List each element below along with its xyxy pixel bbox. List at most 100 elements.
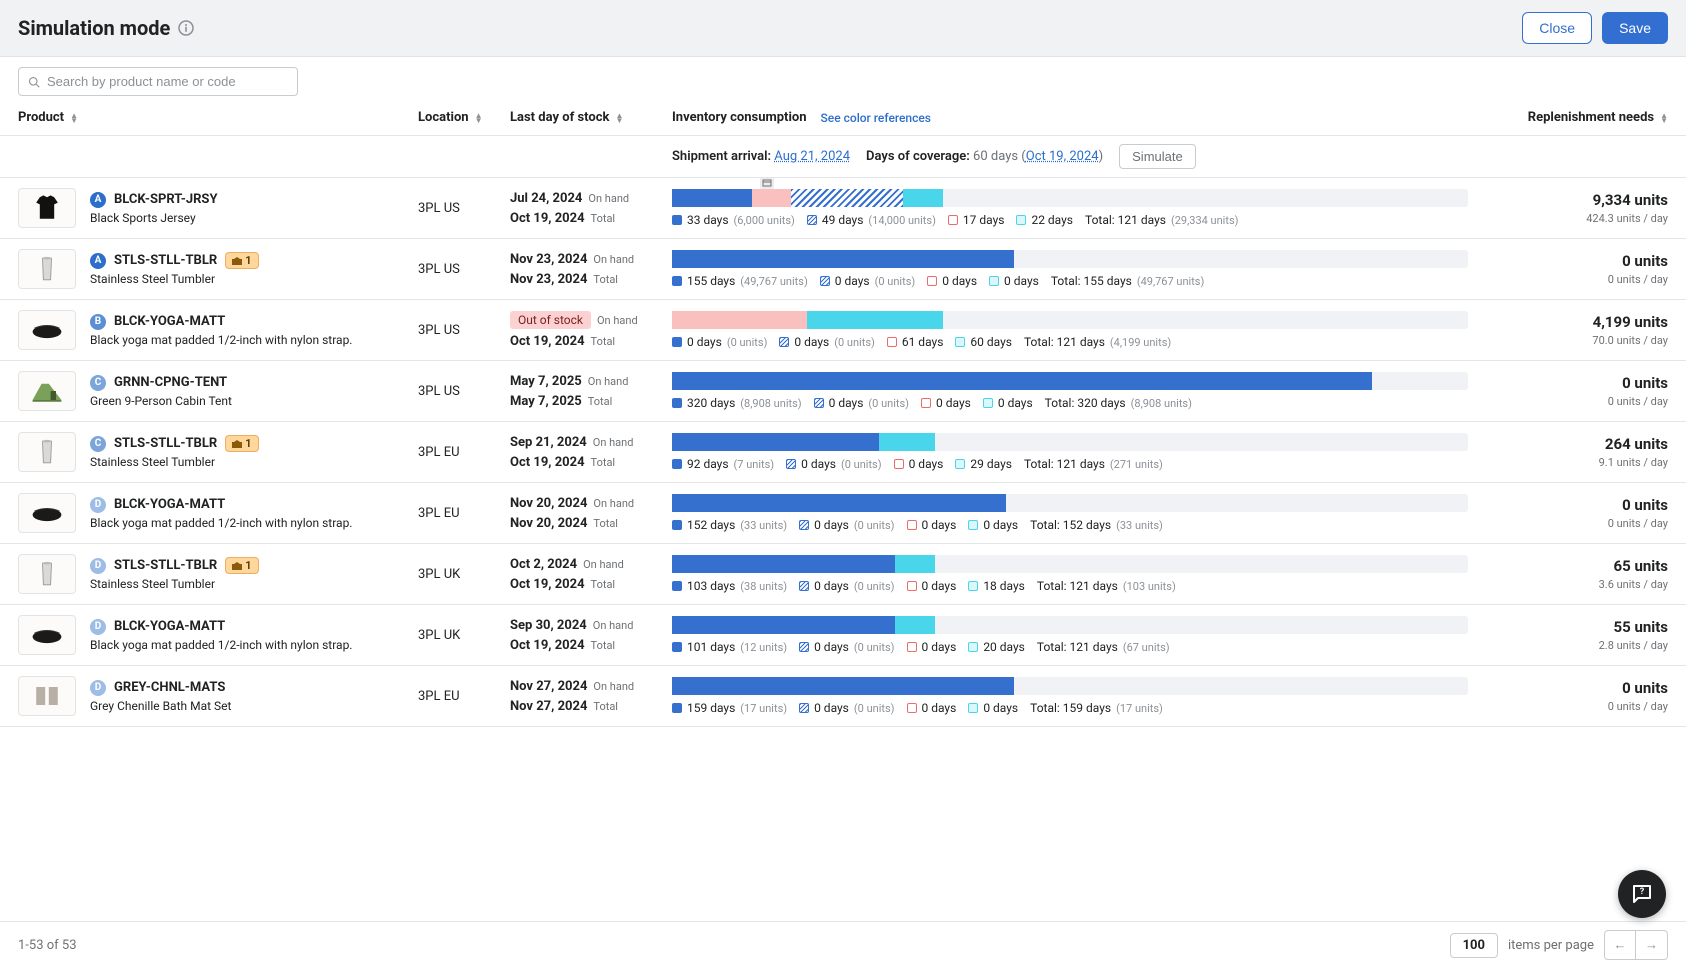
legend-item: 320 days(8,908 units) (672, 396, 802, 410)
legend-item: 152 days(33 units) (672, 518, 787, 532)
next-page-button[interactable]: → (1636, 930, 1668, 960)
simulation-bar: Shipment arrival: Aug 21, 2024 Days of c… (0, 136, 1686, 178)
product-thumb (18, 615, 76, 655)
legend-item: 49 days(14,000 units) (807, 213, 936, 227)
grade-badge: B (90, 314, 106, 330)
legend-item: 0 days (894, 457, 944, 471)
search-wrap (18, 67, 298, 96)
close-button[interactable]: Close (1522, 12, 1592, 44)
table-row[interactable]: A STLS-STLL-TBLR 1 Stainless Steel Tumbl… (0, 239, 1686, 300)
grade-badge: D (90, 680, 106, 696)
table-row[interactable]: D GREY-CHNL-MATS Grey Chenille Bath Mat … (0, 666, 1686, 727)
col-replenish[interactable]: Replenishment needs▲▼ (1468, 110, 1668, 125)
product-cell: A STLS-STLL-TBLR 1 Stainless Steel Tumbl… (18, 249, 418, 289)
product-sku: GREY-CHNL-MATS (114, 680, 225, 695)
product-cell: D GREY-CHNL-MATS Grey Chenille Bath Mat … (18, 676, 418, 716)
location-cell: 3PL US (418, 201, 510, 216)
product-thumb (18, 493, 76, 533)
consumption-bar (672, 250, 1468, 268)
consumption-bar (672, 189, 1468, 207)
legend-item: 0 days (907, 579, 957, 593)
location-cell: 3PL US (418, 384, 510, 399)
prev-page-button[interactable]: ← (1604, 930, 1636, 960)
legend-item: 20 days (968, 640, 1025, 654)
product-sku: STLS-STLL-TBLR (114, 558, 217, 573)
coverage-label: Days of coverage: 60 days (Oct 19, 2024) (866, 149, 1103, 164)
warning-pill: 1 (225, 557, 258, 574)
consumption-bar (672, 372, 1468, 390)
legend-item: 0 days (907, 518, 957, 532)
info-icon[interactable] (178, 20, 194, 36)
legend-item: 103 days(38 units) (672, 579, 787, 593)
save-button[interactable]: Save (1602, 12, 1668, 44)
legend-total: Total: 152 days(33 units) (1030, 518, 1163, 532)
replenish-cell: 4,199 units 70.0 units / day (1468, 313, 1668, 347)
product-name: Stainless Steel Tumbler (90, 455, 259, 469)
table-row[interactable]: D BLCK-YOGA-MATT Black yoga mat padded 1… (0, 605, 1686, 666)
product-thumb (18, 432, 76, 472)
legend-item: 29 days (955, 457, 1012, 471)
last-day-cell: Out of stockOn hand Oct 19, 2024Total (510, 311, 672, 349)
location-cell: 3PL EU (418, 506, 510, 521)
legend-item: 0 days(0 units) (799, 701, 894, 715)
product-name: Stainless Steel Tumbler (90, 272, 259, 286)
legend-item: 0 days(0 units) (814, 396, 909, 410)
last-day-cell: Oct 2, 2024On hand Oct 19, 2024Total (510, 557, 672, 592)
consumption-bar (672, 494, 1468, 512)
items-per-page-select[interactable]: 100 (1450, 933, 1498, 958)
legend-item: 0 days(0 units) (786, 457, 881, 471)
ship-marker-icon (760, 178, 774, 189)
replenish-cell: 0 units 0 units / day (1468, 252, 1668, 286)
product-sku: BLCK-YOGA-MATT (114, 619, 225, 634)
consumption-bar (672, 555, 1468, 573)
table-row[interactable]: C STLS-STLL-TBLR 1 Stainless Steel Tumbl… (0, 422, 1686, 483)
last-day-cell: Sep 21, 2024On hand Oct 19, 2024Total (510, 435, 672, 470)
legend-total: Total: 121 days(29,334 units) (1085, 213, 1238, 227)
table-row[interactable]: D BLCK-YOGA-MATT Black yoga mat padded 1… (0, 483, 1686, 544)
product-thumb (18, 371, 76, 411)
header: Simulation mode Close Save (0, 0, 1686, 57)
product-cell: D BLCK-YOGA-MATT Black yoga mat padded 1… (18, 615, 418, 655)
page-title: Simulation mode (18, 16, 194, 40)
grade-badge: A (90, 192, 106, 208)
location-cell: 3PL UK (418, 628, 510, 643)
last-day-cell: Jul 24, 2024On hand Oct 19, 2024Total (510, 191, 672, 226)
page-range: 1-53 of 53 (18, 938, 77, 953)
replenish-cell: 0 units 0 units / day (1468, 496, 1668, 530)
see-color-ref-link[interactable]: See color references (821, 111, 931, 125)
search-input[interactable] (18, 67, 298, 96)
coverage-end-link[interactable]: Oct 19, 2024 (1026, 149, 1099, 164)
chat-fab[interactable]: ? (1618, 870, 1666, 918)
product-thumb (18, 310, 76, 350)
product-sku: STLS-STLL-TBLR (114, 253, 217, 268)
sort-icon: ▲▼ (70, 113, 78, 123)
toolbar (0, 57, 1686, 102)
table-row[interactable]: D STLS-STLL-TBLR 1 Stainless Steel Tumbl… (0, 544, 1686, 605)
grade-badge: C (90, 375, 106, 391)
legend-total: Total: 121 days(103 units) (1037, 579, 1176, 593)
product-cell: B BLCK-YOGA-MATT Black yoga mat padded 1… (18, 310, 418, 350)
warning-pill: 1 (225, 435, 258, 452)
legend-item: 17 days (948, 213, 1005, 227)
col-location[interactable]: Location▲▼ (418, 110, 510, 125)
table-row[interactable]: A BLCK-SPRT-JRSY Black Sports Jersey 3PL… (0, 178, 1686, 239)
grade-badge: D (90, 619, 106, 635)
inventory-cell: 33 days(6,000 units)49 days(14,000 units… (672, 189, 1468, 227)
sort-icon: ▲▼ (615, 113, 623, 123)
last-day-cell: Sep 30, 2024On hand Oct 19, 2024Total (510, 618, 672, 653)
col-inventory: Inventory consumptionSee color reference… (672, 110, 1468, 125)
product-cell: A BLCK-SPRT-JRSY Black Sports Jersey (18, 188, 418, 228)
simulate-button[interactable]: Simulate (1119, 144, 1196, 169)
arrival-date-link[interactable]: Aug 21, 2024 (774, 149, 850, 164)
col-last-day[interactable]: Last day of stock▲▼ (510, 110, 672, 125)
legend-item: 61 days (887, 335, 944, 349)
legend-item: 18 days (968, 579, 1025, 593)
product-sku: GRNN-CPNG-TENT (114, 375, 227, 390)
legend-item: 0 days(0 units) (799, 640, 894, 654)
table-row[interactable]: B BLCK-YOGA-MATT Black yoga mat padded 1… (0, 300, 1686, 361)
product-name: Black yoga mat padded 1/2-inch with nylo… (90, 516, 352, 530)
legend-item: 0 days (927, 274, 977, 288)
legend-item: 0 days (968, 518, 1018, 532)
col-product[interactable]: Product▲▼ (18, 110, 418, 125)
table-row[interactable]: C GRNN-CPNG-TENT Green 9-Person Cabin Te… (0, 361, 1686, 422)
